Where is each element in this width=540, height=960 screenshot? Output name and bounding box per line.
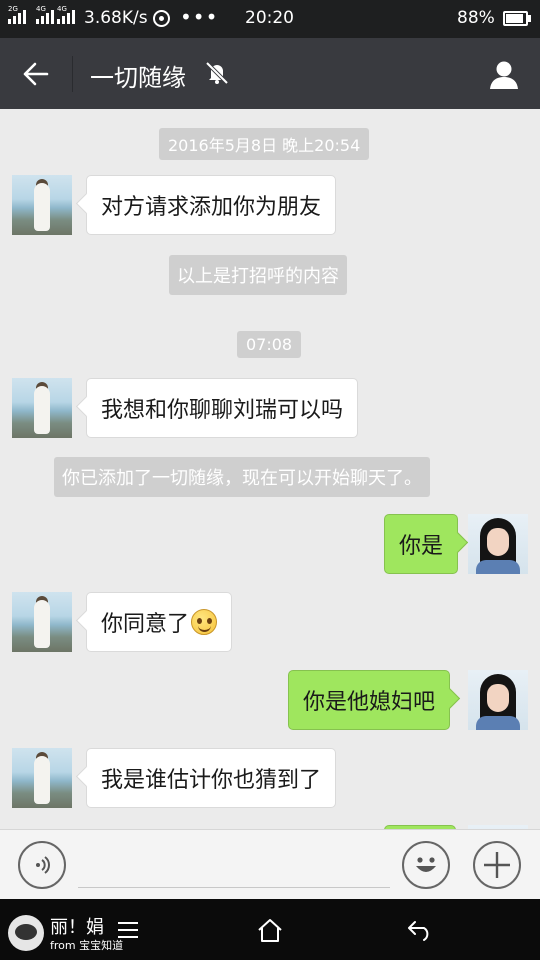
my-avatar[interactable] <box>468 514 528 574</box>
timestamp: 2016年5月8日 晚上20:54 <box>159 128 370 160</box>
system-message: 你已添加了一切随缘，现在可以开始聊天了。 <box>54 457 430 497</box>
brand-title: 丽！娟 <box>50 917 104 938</box>
timestamp: 07:08 <box>237 331 302 358</box>
network-type-1: 2G <box>8 5 18 13</box>
system-back-button[interactable] <box>400 913 440 947</box>
back-button[interactable] <box>14 54 58 94</box>
system-nav-bar: 丽！娟 from 宝宝知道 <box>0 899 540 960</box>
hotspot-icon <box>153 10 170 27</box>
home-button[interactable] <box>250 913 290 947</box>
brand-logo-icon <box>8 915 44 951</box>
arrow-left-icon <box>23 62 49 86</box>
status-bar: 2G 4G 4G 3.68K/s ••• 20:20 88% <box>0 0 540 38</box>
text-input-field[interactable] <box>78 887 390 888</box>
battery-icon <box>503 11 528 26</box>
more-notifications-icon: ••• <box>180 5 219 29</box>
smiley-icon <box>416 857 436 872</box>
message-bubble-outgoing[interactable]: 你是 <box>384 514 459 574</box>
add-attachment-button[interactable] <box>473 841 521 889</box>
voice-button[interactable] <box>18 841 66 889</box>
emoji-button[interactable] <box>402 841 450 889</box>
system-message: 以上是打招呼的内容 <box>169 255 347 295</box>
message-bubble-incoming[interactable]: 我是谁估计你也猜到了 <box>86 748 337 808</box>
network-type-3: 4G <box>57 5 67 13</box>
clock: 20:20 <box>245 8 294 28</box>
header-divider <box>72 56 73 92</box>
bell-muted-icon <box>205 61 229 85</box>
chat-title: 一切随缘 <box>90 64 186 92</box>
chat-info-button[interactable] <box>482 54 526 94</box>
contact-avatar[interactable] <box>12 592 72 652</box>
message-text: 你同意了 <box>101 612 190 637</box>
menu-button[interactable] <box>108 913 148 947</box>
message-input-bar <box>0 829 540 899</box>
contact-avatar[interactable] <box>12 378 72 438</box>
person-icon <box>490 61 518 89</box>
smile-emoji-icon <box>191 609 218 635</box>
message-bubble-incoming[interactable]: 我想和你聊聊刘瑞可以吗 <box>86 378 359 438</box>
menu-icon <box>118 922 138 938</box>
plus-icon <box>484 852 510 878</box>
voice-icon <box>36 856 50 874</box>
return-icon <box>408 921 429 941</box>
home-icon <box>258 919 282 942</box>
message-bubble-outgoing[interactable]: 你是他媳妇吧 <box>288 670 451 730</box>
contact-avatar[interactable] <box>12 175 72 235</box>
contact-avatar[interactable] <box>12 748 72 808</box>
message-bubble-incoming[interactable]: 对方请求添加你为朋友 <box>86 175 337 235</box>
battery-percent: 88% <box>457 8 495 28</box>
chat-header: 一切随缘 <box>0 38 540 109</box>
my-avatar[interactable] <box>468 670 528 730</box>
message-list[interactable]: 2016年5月8日 晚上20:54 对方请求添加你为朋友 以上是打招呼的内容 0… <box>0 109 540 829</box>
network-speed: 3.68K/s <box>84 8 148 28</box>
message-bubble-incoming[interactable]: 你同意了 <box>86 592 233 652</box>
network-type-2: 4G <box>36 5 46 13</box>
